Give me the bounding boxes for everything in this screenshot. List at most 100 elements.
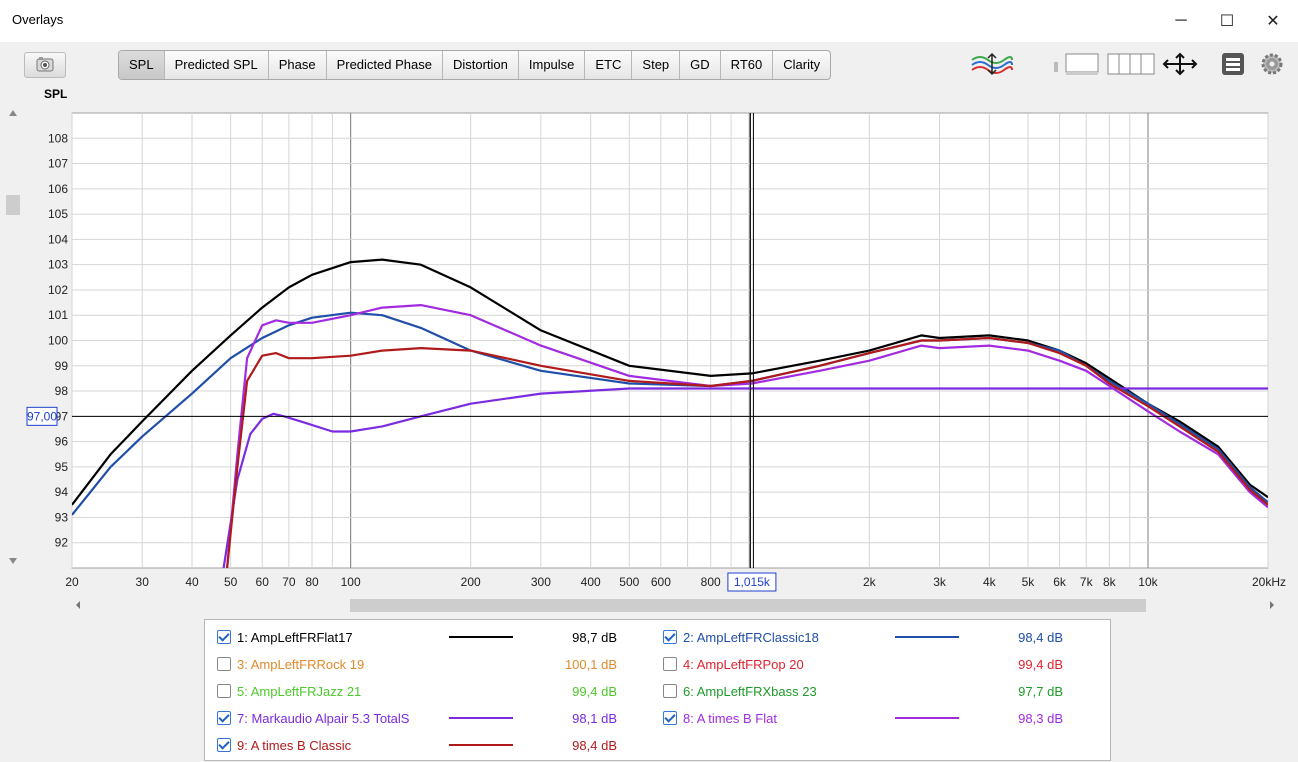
y-tick-label: 105 (48, 207, 68, 221)
legend-checkbox-3[interactable] (217, 657, 231, 671)
y-tick-label: 101 (48, 308, 68, 322)
legend-label-2: 2: AmpLeftFRClassic18 (683, 629, 819, 645)
y-tick-label: 103 (48, 258, 68, 272)
tab-clarity[interactable]: Clarity (773, 51, 830, 79)
tab-impulse[interactable]: Impulse (519, 51, 586, 79)
tab-rt60[interactable]: RT60 (721, 51, 774, 79)
legend-value-2: 98,4 dB (1018, 629, 1063, 645)
legend-item-2[interactable]: 2: AmpLeftFRClassic18 98,4 dB (663, 626, 1063, 648)
legend-item-5[interactable]: 5: AmpLeftFRJazz 21 99,4 dB (217, 680, 617, 702)
overlay-legend: 1: AmpLeftFRFlat17 98,7 dB 2: AmpLeftFRC… (204, 619, 1111, 761)
legend-label-1: 1: AmpLeftFRFlat17 (237, 629, 353, 645)
legend-checkbox-7[interactable] (217, 711, 231, 725)
x-tick-label: 10k (1138, 575, 1158, 589)
spl-chart[interactable]: 9293949596979899100101102103104105106107… (0, 100, 1298, 620)
tab-spl[interactable]: SPL (119, 51, 165, 79)
panel-layout-icon[interactable] (1052, 52, 1100, 76)
legend-swatch-9 (449, 744, 513, 746)
x-tick-label: 70 (282, 575, 296, 589)
legend-item-1[interactable]: 1: AmpLeftFRFlat17 98,7 dB (217, 626, 617, 648)
legend-checkbox-9[interactable] (217, 738, 231, 752)
y-tick-label: 92 (55, 536, 69, 550)
tab-etc[interactable]: ETC (585, 51, 633, 79)
camera-button[interactable] (24, 52, 66, 78)
legend-item-6[interactable]: 6: AmpLeftFRXbass 23 97,7 dB (663, 680, 1063, 702)
legend-value-6: 97,7 dB (1018, 683, 1063, 699)
y-tick-label: 99 (55, 359, 69, 373)
legend-label-3: 3: AmpLeftFRRock 19 (237, 656, 365, 672)
x-tick-label: 800 (701, 575, 721, 589)
x-tick-label: 200 (461, 575, 481, 589)
legend-value-4: 99,4 dB (1018, 656, 1063, 672)
legend-swatch-8 (895, 717, 959, 719)
maximize-button[interactable]: ☐ (1204, 0, 1250, 42)
close-button[interactable]: ✕ (1250, 0, 1296, 42)
x-tick-label: 20kHz (1252, 575, 1286, 589)
tab-phase[interactable]: Phase (269, 51, 327, 79)
tab-step[interactable]: Step (632, 51, 681, 79)
y-axis-label: SPL (44, 87, 68, 101)
x-tick-label: 2k (863, 575, 877, 589)
legend-item-3[interactable]: 3: AmpLeftFRRock 19 100,1 dB (217, 653, 617, 675)
legend-label-5: 5: AmpLeftFRJazz 21 (237, 683, 362, 699)
x-tick-label: 40 (185, 575, 199, 589)
y-tick-label: 98 (55, 384, 69, 398)
legend-swatch-5 (449, 690, 513, 692)
y-tick-label: 93 (55, 510, 69, 524)
window-title: Overlays (12, 12, 64, 27)
legend-checkbox-4[interactable] (663, 657, 677, 671)
legend-value-8: 98,3 dB (1018, 710, 1063, 726)
legend-value-5: 99,4 dB (572, 683, 617, 699)
tab-gd[interactable]: GD (680, 51, 721, 79)
legend-swatch-3 (449, 663, 513, 665)
legend-item-8[interactable]: 8: A times B Flat 98,3 dB (663, 707, 1063, 729)
legend-checkbox-5[interactable] (217, 684, 231, 698)
legend-swatch-4 (895, 663, 959, 665)
x-tick-label: 4k (983, 575, 997, 589)
x-tick-label: 100 (341, 575, 361, 589)
y-tick-label: 102 (48, 283, 68, 297)
legend-item-4[interactable]: 4: AmpLeftFRPop 20 99,4 dB (663, 653, 1063, 675)
x-tick-label: 7k (1080, 575, 1094, 589)
x-tick-label: 500 (619, 575, 639, 589)
move-arrows-icon[interactable] (1160, 52, 1200, 76)
y-tick-label: 104 (48, 232, 68, 246)
title-bar: Overlays ─ ☐ ✕ (0, 0, 1298, 42)
legend-swatch-1 (449, 636, 513, 638)
y-tick-label: 100 (48, 334, 68, 348)
camera-icon (36, 57, 54, 72)
spl-plot-area[interactable]: 92 93 94 95 96 97 98 99 100 101 102 103 104 105 106 107… (0, 100, 1298, 620)
legend-item-7[interactable]: 7: Markaudio Alpair 5.3 TotalS 98,1 dB (217, 707, 617, 729)
legend-label-9: 9: A times B Classic (237, 737, 352, 753)
legend-checkbox-6[interactable] (663, 684, 677, 698)
y-tick-label: 108 (48, 131, 68, 145)
legend-checkbox-8[interactable] (663, 711, 677, 725)
y-tick-label: 96 (55, 435, 69, 449)
cursor-x-readout: 1,015k (734, 575, 771, 589)
list-icon[interactable] (1220, 52, 1246, 76)
legend-label-8: 8: A times B Flat (683, 710, 777, 726)
legend-checkbox-1[interactable] (217, 630, 231, 644)
overlays-window: Overlays ─ ☐ ✕ SPL Predicted SPL Phase P… (0, 0, 1298, 762)
scroll-right-arrow-icon (1270, 601, 1274, 609)
column-layout-icon[interactable] (1106, 52, 1156, 76)
tab-predicted-spl[interactable]: Predicted SPL (165, 51, 269, 79)
x-tick-label: 20 (65, 575, 79, 589)
legend-checkbox-2[interactable] (663, 630, 677, 644)
legend-swatch-7 (449, 717, 513, 719)
x-tick-label: 6k (1053, 575, 1067, 589)
x-tick-label: 8k (1103, 575, 1117, 589)
legend-item-9[interactable]: 9: A times B Classic 98,4 dB (217, 734, 617, 756)
minimize-button[interactable]: ─ (1158, 0, 1204, 42)
y-tick-label: 94 (55, 485, 69, 499)
cursor-y-readout: 97,00 (27, 409, 57, 423)
x-tick-label: 80 (305, 575, 319, 589)
trace-arrange-icon[interactable] (968, 52, 1016, 76)
legend-value-9: 98,4 dB (572, 737, 617, 753)
tab-predicted-phase[interactable]: Predicted Phase (327, 51, 443, 79)
legend-label-6: 6: AmpLeftFRXbass 23 (683, 683, 817, 699)
gear-icon[interactable] (1258, 52, 1286, 76)
tab-distortion[interactable]: Distortion (443, 51, 519, 79)
legend-swatch-6 (895, 690, 959, 692)
y-tick-label: 107 (48, 157, 68, 171)
